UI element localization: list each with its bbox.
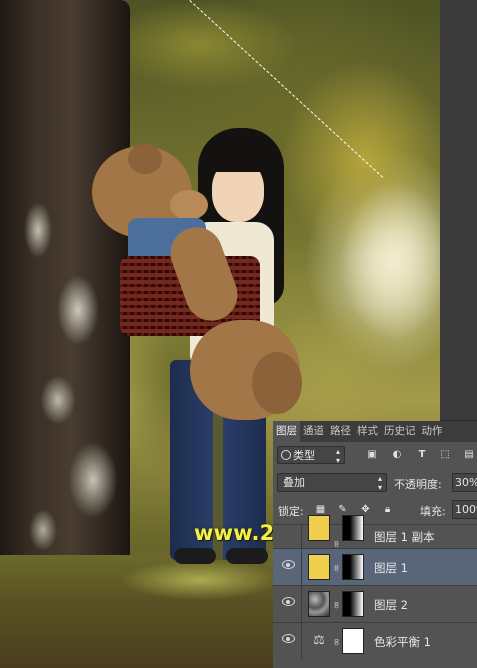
layer-name: 图层 2 <box>374 598 408 612</box>
filter-kind-label: 类型 <box>293 449 315 462</box>
layer-row[interactable]: ⚖ ∞ 色彩平衡 1 <box>273 622 477 659</box>
blend-mode-value: 叠加 <box>283 476 305 489</box>
grass-highlight <box>120 560 280 600</box>
search-icon <box>281 450 291 460</box>
type-filter-icon[interactable]: T <box>416 449 428 461</box>
teddy-bear-ear <box>128 144 162 174</box>
lock-row: 锁定: ▦ ✎ ✥ 🔒︎ 填充: 100% <box>273 498 477 522</box>
layer-mask-thumbnail[interactable] <box>342 591 364 617</box>
lock-transparent-icon[interactable]: ▦ <box>315 504 326 515</box>
lock-label: 锁定: <box>278 505 304 518</box>
layer-list: ∞ 图层 1 副本 ∞ 图层 1 ∞ 图层 2 ⚖ ∞ 色彩平衡 1 <box>273 515 477 659</box>
girl-shoe-right <box>226 548 268 564</box>
tab-2[interactable]: 路径 <box>327 421 354 442</box>
layer-name: 色彩平衡 1 <box>374 635 431 649</box>
lock-position-icon[interactable]: ✥ <box>360 504 371 515</box>
teddy-bear-snout <box>170 190 208 220</box>
shape-filter-icon[interactable]: ⬚ <box>439 449 451 461</box>
fill-input[interactable]: 100% <box>452 500 477 519</box>
mask-link-icon[interactable]: ∞ <box>329 601 343 610</box>
balance-scale-icon[interactable]: ⚖ <box>308 628 330 654</box>
lock-all-icon[interactable]: 🔒︎ <box>382 504 393 515</box>
layer-row[interactable]: ∞ 图层 1 副本 <box>273 515 477 548</box>
image-filter-icon[interactable]: ▣ <box>366 449 378 461</box>
eye-column-divider <box>301 525 302 548</box>
teddy-bear-foot <box>252 352 302 414</box>
eye-column-divider <box>301 549 302 585</box>
opacity-input[interactable]: 30% <box>452 473 477 492</box>
layer-name: 图层 1 副本 <box>374 530 435 544</box>
tab-4[interactable]: 历史记 <box>381 421 419 442</box>
bright-background <box>340 180 440 340</box>
layer-name: 图层 1 <box>374 561 408 575</box>
visibility-eye-icon[interactable] <box>282 597 295 606</box>
visibility-eye-icon[interactable] <box>282 560 295 569</box>
layer-filter-row: 类型 ▴ ▾ ▣ ◐ T ⬚ ▤ <box>273 443 477 468</box>
eye-column-divider <box>301 586 302 622</box>
opacity-label: 不透明度: <box>394 478 442 491</box>
tab-3[interactable]: 样式 <box>354 421 381 442</box>
blend-mode-select[interactable]: 叠加 ▴ ▾ <box>277 473 387 492</box>
panel-tab-bar: 图层 通道 路径 样式 历史记 动作 <box>273 421 477 442</box>
layer-thumbnail[interactable] <box>308 591 330 617</box>
smart-object-filter-icon[interactable]: ▤ <box>463 449 475 461</box>
tab-0[interactable]: 图层 <box>273 421 300 442</box>
layer-mask-thumbnail[interactable] <box>342 628 364 654</box>
fill-label: 填充: <box>420 505 446 518</box>
layer-mask-thumbnail[interactable] <box>342 515 364 541</box>
chevron-updown-icon: ▴ ▾ <box>377 474 382 492</box>
visibility-eye-icon[interactable] <box>282 634 295 643</box>
layer-row[interactable]: ∞ 图层 2 <box>273 585 477 622</box>
mask-link-icon[interactable]: ∞ <box>329 638 343 647</box>
adjustment-filter-icon[interactable]: ◐ <box>391 449 403 461</box>
lock-image-icon[interactable]: ✎ <box>337 504 348 515</box>
tab-5[interactable]: 动作 <box>419 421 446 442</box>
canvas-pasteboard <box>440 0 477 420</box>
eye-column-divider <box>301 623 302 659</box>
girl-shoe-left <box>174 548 216 564</box>
layer-mask-thumbnail[interactable] <box>342 554 364 580</box>
layer-thumbnail[interactable] <box>308 554 330 580</box>
blend-row: 叠加 ▴▾ 不透明度: 30% <box>273 471 477 495</box>
mask-link-icon[interactable]: ∞ <box>329 564 343 573</box>
layer-row[interactable]: ∞ 图层 1 <box>273 548 477 585</box>
tree-bark-light-patches <box>18 170 123 570</box>
layer-thumbnail[interactable] <box>308 515 330 541</box>
tab-1[interactable]: 通道 <box>300 421 327 442</box>
layer-filter-kind-select[interactable]: 类型 ▴ ▾ <box>277 446 345 465</box>
layers-panel: 图层 通道 路径 样式 历史记 动作 类型 ▴ ▾ ▣ ◐ T ⬚ ▤ 叠加 ▴ ▾ 不透明度… <box>273 421 477 668</box>
chevron-updown-icon: ▴ ▾ <box>335 447 340 465</box>
